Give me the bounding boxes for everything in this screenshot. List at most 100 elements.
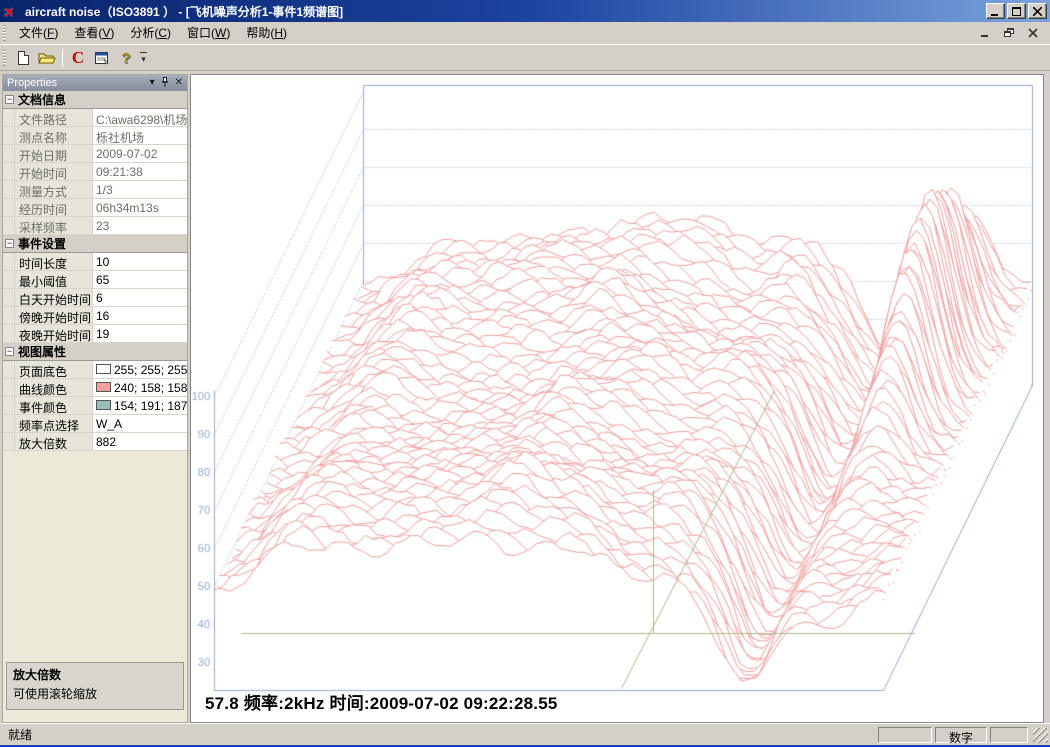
row-indent (3, 397, 15, 414)
section-title: 文档信息 (18, 91, 66, 108)
application-window: ✈ aircraft noise（ISO3891 ） - [飞机噪声分析1-事件… (0, 0, 1050, 747)
row-indent (3, 199, 15, 216)
toolbar-separator (62, 49, 63, 67)
property-label: 采样频率 (15, 217, 93, 234)
section-header[interactable]: −视图属性 (3, 343, 187, 361)
color-swatch[interactable] (96, 364, 111, 374)
property-row[interactable]: 时间长度10 (3, 253, 187, 271)
properties-grid: −文档信息文件路径C:\awa6298\机场测点名称栎社机场开始日期2009-0… (3, 91, 187, 451)
property-row[interactable]: 事件颜色154; 191; 187 (3, 397, 187, 415)
menu-item-v[interactable]: 查看(V) (66, 23, 122, 43)
section-header[interactable]: −事件设置 (3, 235, 187, 253)
row-indent (3, 127, 15, 144)
property-row[interactable]: 傍晚开始时间16 (3, 307, 187, 325)
collapse-icon[interactable]: − (5, 347, 14, 356)
status-message: 就绪 (0, 726, 878, 743)
property-value[interactable]: W_A (93, 415, 187, 432)
menu-grip[interactable] (3, 25, 6, 41)
property-row[interactable]: 放大倍数882 (3, 433, 187, 451)
color-swatch[interactable] (96, 400, 111, 410)
property-row[interactable]: 曲线颜色240; 158; 158 (3, 379, 187, 397)
pin-button[interactable] (161, 77, 169, 90)
property-row[interactable]: 开始日期2009-07-02 (3, 145, 187, 163)
property-row[interactable]: 夜晚开始时间19 (3, 325, 187, 343)
property-value[interactable]: 09:21:38 (93, 163, 187, 180)
menu-item-h[interactable]: 帮助(H) (238, 23, 295, 43)
readout-time: 时间:2009-07-02 09:22:28.55 (330, 694, 558, 713)
readout-frequency: 频率:2kHz (244, 694, 325, 713)
property-row[interactable]: 文件路径C:\awa6298\机场 (3, 109, 187, 127)
property-row[interactable]: 页面底色255; 255; 255 (3, 361, 187, 379)
properties-header[interactable]: Properties ▾ ✕ (3, 75, 187, 91)
property-label: 白天开始时间 (15, 289, 93, 306)
property-value[interactable]: 6 (93, 289, 187, 306)
property-sheet-icon (94, 51, 110, 65)
minimize-button[interactable] (986, 3, 1005, 19)
record-c-button[interactable]: C (66, 47, 90, 69)
menu-item-c[interactable]: 分析(C) (122, 23, 179, 43)
properties-close-button[interactable]: ✕ (175, 78, 183, 88)
row-indent (3, 415, 15, 432)
property-value[interactable]: 06h34m13s (93, 199, 187, 216)
property-row[interactable]: 白天开始时间6 (3, 289, 187, 307)
title-bar[interactable]: ✈ aircraft noise（ISO3891 ） - [飞机噪声分析1-事件… (0, 0, 1050, 22)
property-value[interactable]: 10 (93, 253, 187, 270)
property-label: 曲线颜色 (15, 379, 93, 396)
property-value[interactable]: 882 (93, 433, 187, 450)
property-value[interactable]: 240; 158; 158 (93, 379, 187, 396)
help-icon: ? (121, 50, 130, 67)
toolbar-overflow-button[interactable]: ▾ (140, 52, 147, 65)
property-value[interactable]: 16 (93, 307, 187, 324)
mdi-minimize-button[interactable] (978, 27, 992, 40)
property-row[interactable]: 测点名称栎社机场 (3, 127, 187, 145)
property-label: 夜晚开始时间 (15, 325, 93, 342)
help-button[interactable]: ? (114, 47, 138, 69)
collapse-icon[interactable]: − (5, 239, 14, 248)
description-title: 放大倍数 (13, 666, 177, 683)
section-header[interactable]: −文档信息 (3, 91, 187, 109)
maximize-button[interactable] (1007, 3, 1026, 19)
new-document-button[interactable] (11, 47, 35, 69)
property-value[interactable]: 65 (93, 271, 187, 288)
menu-bar: 文件(F)查看(V)分析(C)窗口(W)帮助(H) (0, 22, 1050, 45)
property-value[interactable]: 栎社机场 (93, 127, 187, 144)
menu-item-f[interactable]: 文件(F) (11, 23, 66, 43)
property-row[interactable]: 采样频率23 (3, 217, 187, 235)
close-icon: ✕ (175, 77, 183, 88)
property-row[interactable]: 测量方式1/3 (3, 181, 187, 199)
row-indent (3, 361, 15, 378)
color-swatch[interactable] (96, 382, 111, 392)
close-button[interactable] (1028, 3, 1047, 19)
property-value[interactable]: 2009-07-02 (93, 145, 187, 162)
property-row[interactable]: 经历时间06h34m13s (3, 199, 187, 217)
property-row[interactable]: 开始时间09:21:38 (3, 163, 187, 181)
section-title: 视图属性 (18, 343, 66, 360)
chevron-down-icon: ▾ (150, 77, 155, 88)
status-cell-num: 数字 (935, 727, 987, 743)
toolbar-grip[interactable] (3, 50, 6, 66)
property-value[interactable]: 23 (93, 217, 187, 234)
collapse-icon[interactable]: − (5, 95, 14, 104)
row-indent (3, 307, 15, 324)
property-value[interactable]: 19 (93, 325, 187, 342)
property-value[interactable]: 1/3 (93, 181, 187, 198)
mdi-window-buttons (978, 27, 1050, 40)
spectrogram-canvas[interactable] (191, 75, 1043, 722)
mdi-restore-button[interactable] (1002, 27, 1016, 40)
row-indent (3, 253, 15, 270)
status-bar: 就绪 数字 (0, 723, 1050, 745)
airplane-icon: ✈ (0, 0, 24, 23)
property-value[interactable]: 255; 255; 255 (93, 361, 187, 378)
chart-view: 57.8 频率:2kHz 时间:2009-07-02 09:22:28.55 (190, 74, 1044, 723)
property-row[interactable]: 最小阈值65 (3, 271, 187, 289)
mdi-close-button[interactable] (1026, 27, 1040, 40)
property-value[interactable]: 154; 191; 187 (93, 397, 187, 414)
property-value[interactable]: C:\awa6298\机场 (93, 109, 187, 126)
window-position-menu-button[interactable]: ▾ (150, 78, 155, 88)
open-file-button[interactable] (35, 47, 59, 69)
properties-button[interactable] (90, 47, 114, 69)
menu-item-w[interactable]: 窗口(W) (179, 23, 238, 43)
property-row[interactable]: 频率点选择W_A (3, 415, 187, 433)
resize-grip[interactable] (1033, 728, 1048, 743)
properties-panel: Properties ▾ ✕ −文档信息文件路径C:\awa6298\机场测点名… (2, 74, 188, 723)
